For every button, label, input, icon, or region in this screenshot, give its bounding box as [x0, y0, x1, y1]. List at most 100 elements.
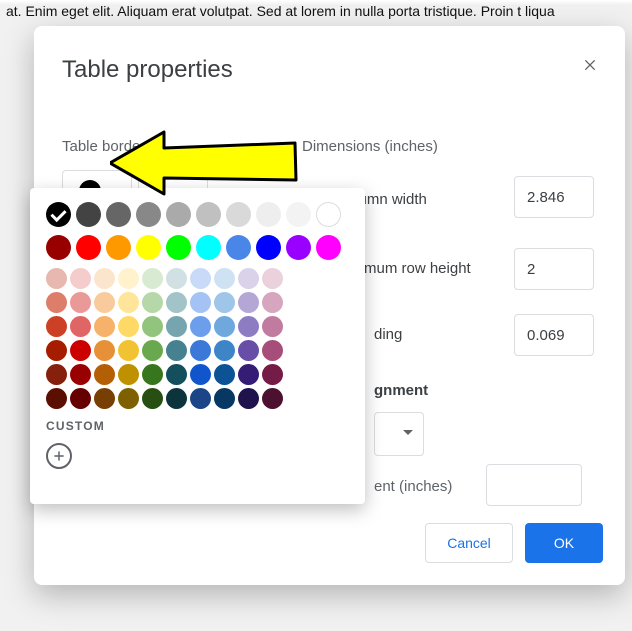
- color-swatch[interactable]: [94, 316, 115, 337]
- color-swatch[interactable]: [214, 364, 235, 385]
- column-width-input[interactable]: 2.846: [514, 176, 594, 218]
- color-swatch[interactable]: [256, 235, 281, 260]
- color-swatch[interactable]: [70, 268, 91, 289]
- color-swatch[interactable]: [262, 364, 283, 385]
- min-row-height-input[interactable]: 2: [514, 248, 594, 290]
- color-swatch[interactable]: [214, 340, 235, 361]
- color-swatch[interactable]: [166, 268, 187, 289]
- color-swatch[interactable]: [166, 388, 187, 409]
- color-swatch[interactable]: [70, 364, 91, 385]
- color-swatch[interactable]: [214, 388, 235, 409]
- color-swatch[interactable]: [142, 340, 163, 361]
- color-swatch[interactable]: [46, 292, 67, 313]
- color-swatch[interactable]: [70, 388, 91, 409]
- color-swatch[interactable]: [190, 364, 211, 385]
- color-swatch[interactable]: [238, 340, 259, 361]
- cell-padding-input[interactable]: 0.069: [514, 314, 594, 356]
- color-row: [46, 316, 349, 337]
- cell-padding-label: ding: [374, 326, 402, 343]
- color-swatch[interactable]: [262, 340, 283, 361]
- color-swatch[interactable]: [70, 340, 91, 361]
- color-swatch[interactable]: [190, 292, 211, 313]
- color-swatch[interactable]: [118, 340, 139, 361]
- color-grid: [46, 268, 349, 409]
- color-swatch[interactable]: [142, 316, 163, 337]
- color-swatch[interactable]: [190, 340, 211, 361]
- color-swatch[interactable]: [214, 316, 235, 337]
- color-swatch[interactable]: [262, 316, 283, 337]
- close-button[interactable]: [577, 52, 603, 78]
- document-background-text: at. Enim eget elit. Aliquam erat volutpa…: [0, 2, 632, 20]
- color-swatch[interactable]: [118, 364, 139, 385]
- color-swatch[interactable]: [286, 202, 311, 227]
- cell-padding-row: ding: [374, 326, 402, 343]
- color-swatch[interactable]: [106, 202, 131, 227]
- color-swatch[interactable]: [46, 235, 71, 260]
- color-swatch[interactable]: [106, 235, 131, 260]
- color-swatch[interactable]: [238, 268, 259, 289]
- color-swatch[interactable]: [70, 316, 91, 337]
- color-swatch[interactable]: [196, 235, 221, 260]
- color-swatch[interactable]: [46, 268, 67, 289]
- color-swatch[interactable]: [76, 235, 101, 260]
- color-swatch[interactable]: [166, 340, 187, 361]
- color-swatch[interactable]: [238, 388, 259, 409]
- color-swatch[interactable]: [166, 235, 191, 260]
- color-swatch[interactable]: [166, 292, 187, 313]
- table-border-label: Table border: [62, 138, 145, 155]
- color-swatch[interactable]: [46, 316, 67, 337]
- color-swatch[interactable]: [262, 292, 283, 313]
- color-swatch[interactable]: [316, 202, 341, 227]
- color-swatch[interactable]: [238, 316, 259, 337]
- color-swatch[interactable]: [238, 364, 259, 385]
- indent-label: ent (inches): [374, 478, 452, 495]
- color-swatch[interactable]: [256, 202, 281, 227]
- indent-input[interactable]: [486, 464, 582, 506]
- color-swatch[interactable]: [76, 202, 101, 227]
- ok-button[interactable]: OK: [525, 523, 603, 563]
- color-swatch[interactable]: [46, 388, 67, 409]
- color-swatch[interactable]: [118, 316, 139, 337]
- color-picker-popover: CUSTOM: [30, 188, 365, 504]
- color-swatch[interactable]: [316, 235, 341, 260]
- dialog-title: Table properties: [62, 56, 597, 84]
- color-swatch[interactable]: [196, 202, 221, 227]
- color-swatch[interactable]: [94, 268, 115, 289]
- color-swatch[interactable]: [94, 340, 115, 361]
- color-swatch[interactable]: [136, 202, 161, 227]
- color-row-saturated: [46, 235, 349, 260]
- color-swatch[interactable]: [166, 364, 187, 385]
- color-swatch[interactable]: [136, 235, 161, 260]
- color-swatch[interactable]: [262, 268, 283, 289]
- close-icon: [582, 57, 598, 73]
- color-swatch[interactable]: [118, 388, 139, 409]
- color-swatch[interactable]: [286, 235, 311, 260]
- color-swatch[interactable]: [262, 388, 283, 409]
- color-swatch[interactable]: [94, 388, 115, 409]
- color-swatch[interactable]: [70, 292, 91, 313]
- color-swatch[interactable]: [142, 388, 163, 409]
- color-swatch[interactable]: [142, 292, 163, 313]
- color-swatch[interactable]: [142, 268, 163, 289]
- color-swatch[interactable]: [166, 202, 191, 227]
- color-swatch[interactable]: [46, 340, 67, 361]
- color-swatch[interactable]: [118, 292, 139, 313]
- color-swatch[interactable]: [226, 235, 251, 260]
- color-swatch[interactable]: [190, 316, 211, 337]
- cancel-button[interactable]: Cancel: [425, 523, 513, 563]
- color-swatch[interactable]: [190, 388, 211, 409]
- color-swatch[interactable]: [94, 364, 115, 385]
- add-custom-color-button[interactable]: [46, 443, 72, 469]
- color-swatch[interactable]: [94, 292, 115, 313]
- color-swatch[interactable]: [190, 268, 211, 289]
- color-swatch[interactable]: [142, 364, 163, 385]
- color-swatch[interactable]: [46, 202, 71, 227]
- color-swatch[interactable]: [214, 292, 235, 313]
- color-swatch[interactable]: [226, 202, 251, 227]
- color-swatch[interactable]: [166, 316, 187, 337]
- color-swatch[interactable]: [238, 292, 259, 313]
- color-swatch[interactable]: [46, 364, 67, 385]
- color-swatch[interactable]: [118, 268, 139, 289]
- alignment-dropdown[interactable]: [374, 412, 424, 456]
- color-swatch[interactable]: [214, 268, 235, 289]
